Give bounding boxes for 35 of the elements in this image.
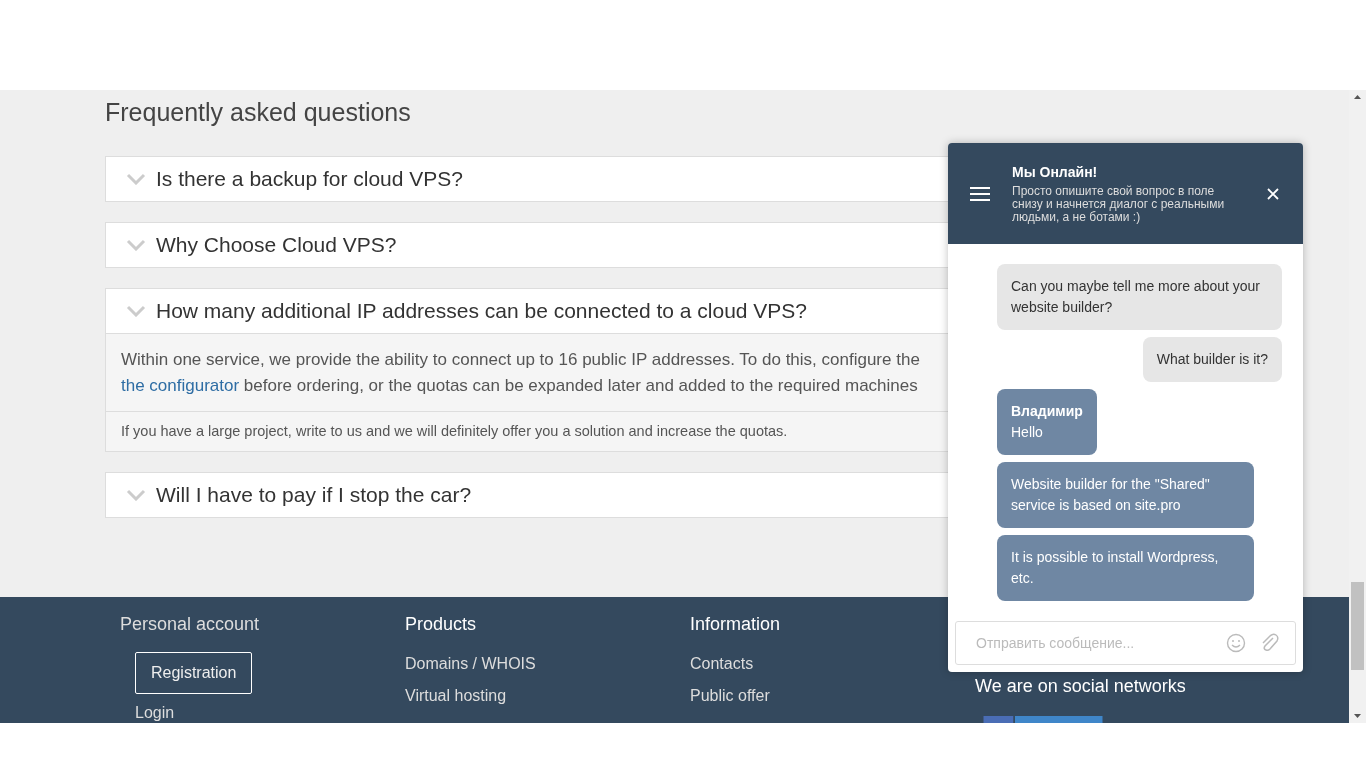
chevron-down-icon (126, 305, 146, 317)
footer-heading: Information (690, 614, 782, 635)
agent-message: It is possible to install Wordpress, etc. (997, 535, 1254, 601)
footer-link[interactable]: Virtual hosting (405, 687, 507, 705)
smiley-icon[interactable] (1226, 633, 1246, 653)
chevron-down-icon (126, 489, 146, 501)
footer-heading: Personal account (120, 614, 261, 635)
footer-heading: We are on social networks (975, 676, 1187, 697)
footer-link[interactable]: Domains / WHOIS (405, 655, 536, 673)
chat-title: Мы Онлайн! (1012, 163, 1099, 180)
close-icon[interactable] (1267, 187, 1279, 200)
menu-icon[interactable] (970, 185, 990, 202)
chevron-down-icon (126, 173, 146, 185)
footer-heading: Products (405, 614, 478, 635)
faq-title: Frequently asked questions (105, 97, 412, 128)
user-message: Can you maybe tell me more about your website builder? (997, 264, 1282, 330)
configurator-link[interactable]: the configurator (121, 376, 240, 395)
scrollbar[interactable] (1349, 90, 1366, 723)
registration-button[interactable]: Registration (135, 652, 253, 694)
answer-note: If you have a large project, write to us and we will definitely offer you a solution and increase the quotas. (106, 412, 949, 451)
answer-text: Within one service, we provide the ability to connect up to 16 public IP addresses. To do this, configure the the configurator before ordering, or the quotas can be expanded later and added to the required machines (106, 334, 949, 412)
faq-question[interactable]: Is there a backup for cloud VPS? (106, 157, 949, 201)
agent-message: Website builder for the "Shared" service is based on site.pro (997, 462, 1254, 528)
message-text: Hello (1011, 423, 1044, 442)
chat-subtitle: Просто опишите свой вопрос в поле снизу и начнется диалог с реальными людьми, а не ботами :) (1012, 184, 1226, 224)
footer-link[interactable]: Contacts (690, 655, 754, 673)
chevron-down-icon (126, 239, 146, 251)
faq-question[interactable]: Why Choose Cloud VPS? (106, 223, 949, 267)
message-field[interactable]: Отправить сообщение... (955, 621, 1296, 665)
scrollbar-thumb[interactable] (1351, 582, 1364, 670)
login-link[interactable]: Login (135, 704, 175, 722)
user-message: What builder is it? (1142, 337, 1282, 382)
author-name: Владимир (1011, 402, 1083, 421)
footer-link[interactable]: Public offer (690, 687, 770, 705)
faq-question[interactable]: Will I have to pay if I stop the car? (106, 473, 949, 517)
